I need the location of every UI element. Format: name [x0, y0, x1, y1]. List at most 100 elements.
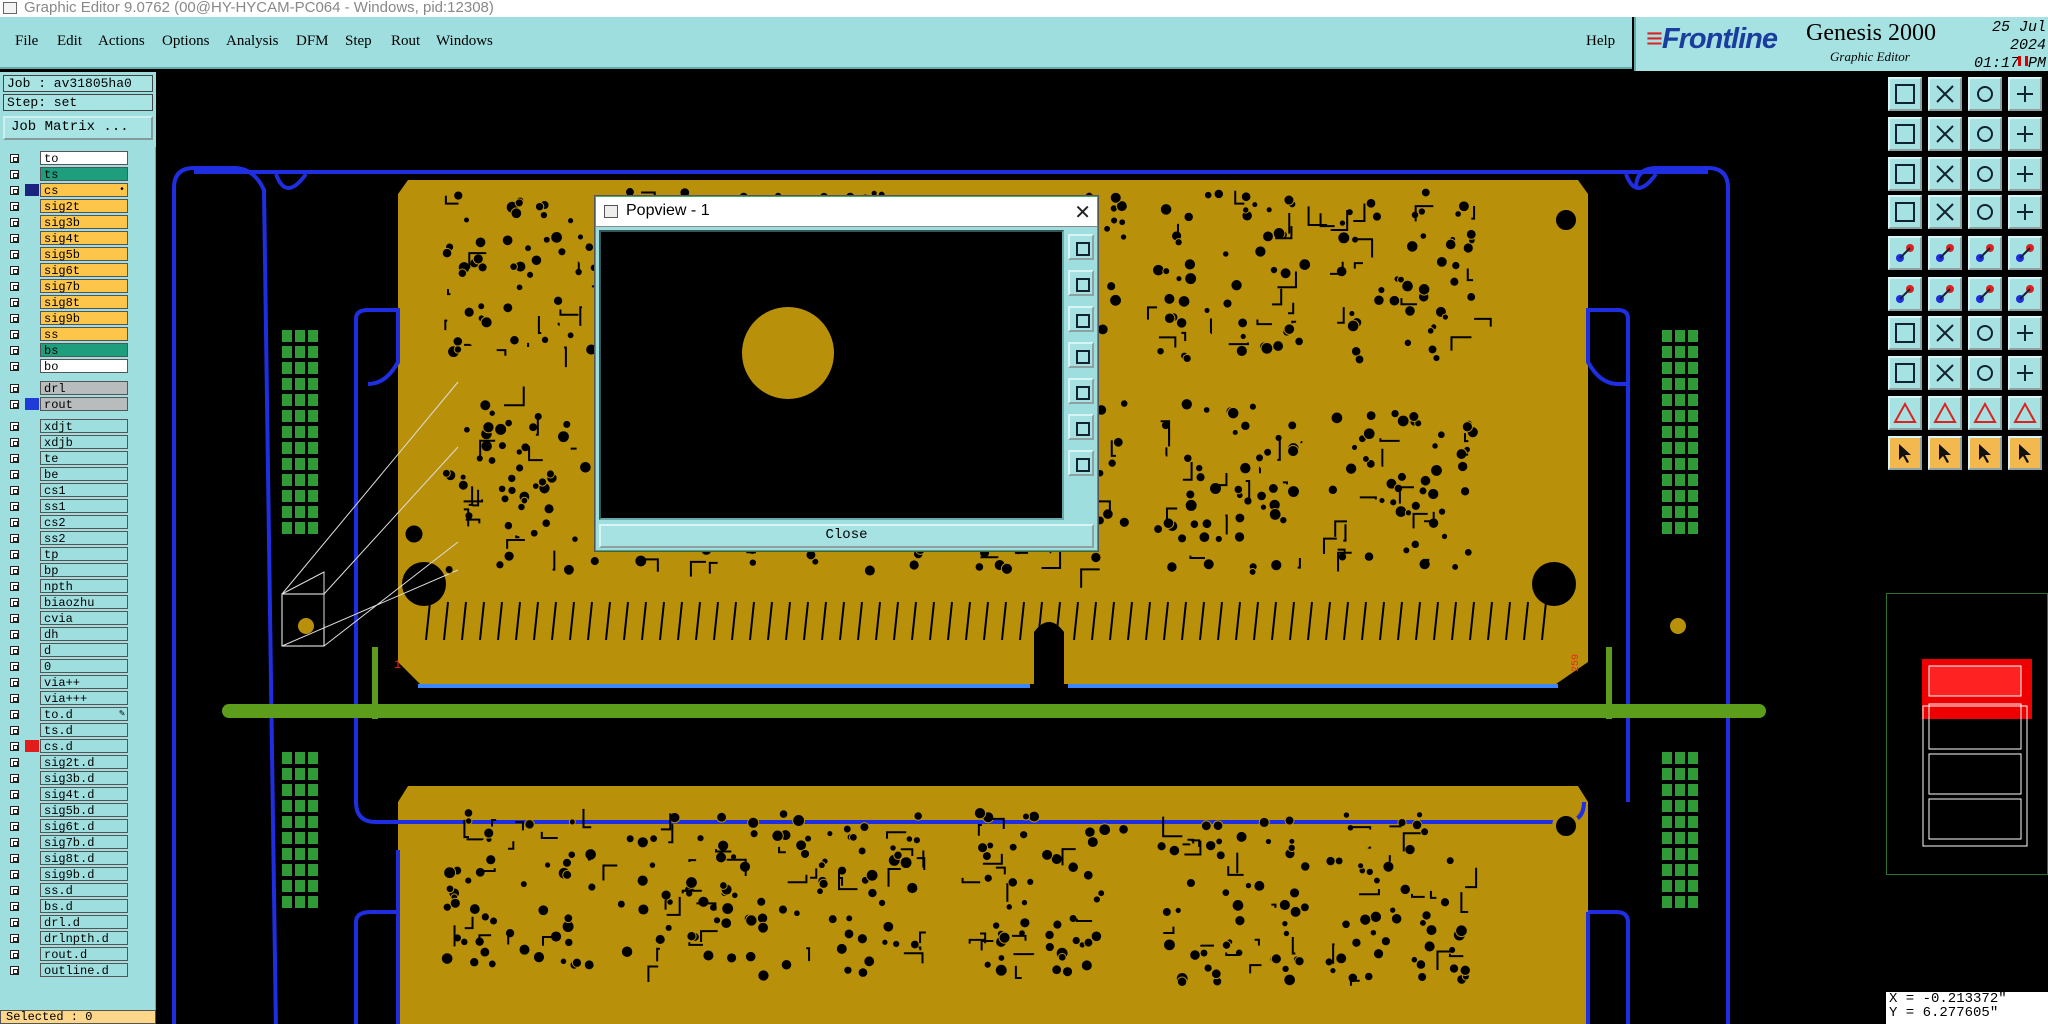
layer-row[interactable]: xdjb: [6, 435, 128, 450]
layer-row[interactable]: sig9b: [6, 311, 128, 326]
layer-name[interactable]: cs •: [40, 183, 128, 198]
layer-checkbox[interactable]: [10, 678, 19, 687]
layer-name[interactable]: drlnpth.d: [40, 931, 128, 946]
menu-options[interactable]: Options: [162, 33, 210, 50]
layer-name[interactable]: dh: [40, 627, 128, 642]
layer-checkbox[interactable]: [10, 400, 19, 409]
layer-row[interactable]: sig5b: [6, 247, 128, 262]
layer-checkbox[interactable]: [10, 330, 19, 339]
layer-checkbox[interactable]: [10, 298, 19, 307]
layer-row[interactable]: sig5b.d: [6, 803, 128, 818]
layer-row[interactable]: to: [6, 151, 128, 166]
layer-checkbox[interactable]: [10, 662, 19, 671]
layer-checkbox[interactable]: [10, 282, 19, 291]
layer-checkbox[interactable]: [10, 886, 19, 895]
layer-name[interactable]: rout: [40, 397, 128, 412]
menu-edit[interactable]: Edit: [57, 33, 82, 50]
layer-checkbox[interactable]: [10, 710, 19, 719]
layer-name[interactable]: sig7b.d: [40, 835, 128, 850]
layer-checkbox[interactable]: [10, 234, 19, 243]
menu-file[interactable]: File: [15, 33, 38, 50]
arc-icon[interactable]: [1968, 316, 2002, 350]
layer-checkbox[interactable]: [10, 790, 19, 799]
layer-row[interactable]: sig6t: [6, 263, 128, 278]
layer-checkbox[interactable]: [10, 758, 19, 767]
layer-row[interactable]: sig4t: [6, 231, 128, 246]
menu-step[interactable]: Step: [345, 33, 372, 50]
layer-checkbox[interactable]: [10, 266, 19, 275]
job-matrix-button[interactable]: Job Matrix ...: [3, 116, 153, 140]
select-icon[interactable]: [1888, 436, 1922, 470]
layer-name[interactable]: xdjb: [40, 435, 128, 450]
layer-checkbox[interactable]: [10, 902, 19, 911]
popview-pan-left-icon[interactable]: [1068, 342, 1094, 368]
layer-checkbox[interactable]: [10, 518, 19, 527]
layer-checkbox[interactable]: [10, 314, 19, 323]
layer-checkbox[interactable]: [10, 630, 19, 639]
select-add-icon[interactable]: [1928, 436, 1962, 470]
layer-row[interactable]: ss2: [6, 531, 128, 546]
layer-checkbox[interactable]: [10, 218, 19, 227]
layer-name[interactable]: ss: [40, 327, 128, 342]
zoom-center-icon[interactable]: [1928, 157, 1962, 191]
layer-checkbox[interactable]: [10, 154, 19, 163]
layer-row[interactable]: rout.d: [6, 947, 128, 962]
layer-name[interactable]: sig2t.d: [40, 755, 128, 770]
layer-row[interactable]: bs: [6, 343, 128, 358]
measure-icon[interactable]: [1888, 195, 1922, 229]
pan-left-icon[interactable]: [1888, 117, 1922, 151]
circle-icon[interactable]: [2008, 236, 2042, 270]
layer-checkbox[interactable]: [10, 384, 19, 393]
select-net-icon[interactable]: [2008, 436, 2042, 470]
node-icon[interactable]: [1888, 277, 1922, 311]
layer-name[interactable]: sig2t: [40, 199, 128, 214]
step-overview[interactable]: [1886, 593, 2048, 875]
layer-name[interactable]: rout.d: [40, 947, 128, 962]
layer-row[interactable]: sig2t: [6, 199, 128, 214]
layer-checkbox[interactable]: [10, 822, 19, 831]
layer-name[interactable]: be: [40, 467, 128, 482]
layer-name[interactable]: bo: [40, 359, 128, 374]
layer-row[interactable]: cs1: [6, 483, 128, 498]
layer-checkbox[interactable]: [10, 362, 19, 371]
layer-checkbox[interactable]: [10, 502, 19, 511]
layer-row[interactable]: via++: [6, 675, 128, 690]
layer-row[interactable]: sig3b.d: [6, 771, 128, 786]
layer-row[interactable]: tp: [6, 547, 128, 562]
triangle-icon[interactable]: [1888, 396, 1922, 430]
layer-checkbox[interactable]: [10, 186, 19, 195]
layer-row[interactable]: ss: [6, 327, 128, 342]
layer-name[interactable]: sig4t.d: [40, 787, 128, 802]
text-icon[interactable]: [2008, 316, 2042, 350]
layer-row[interactable]: sig8t: [6, 295, 128, 310]
menu-analysis[interactable]: Analysis: [226, 33, 279, 50]
layer-row[interactable]: ts.d: [6, 723, 128, 738]
layer-name[interactable]: cs1: [40, 483, 128, 498]
layer-checkbox[interactable]: [10, 646, 19, 655]
layer-row[interactable]: sig7b.d: [6, 835, 128, 850]
layer-row[interactable]: sig9b.d: [6, 867, 128, 882]
layer-row[interactable]: sig2t.d: [6, 755, 128, 770]
pad-icon[interactable]: [1888, 236, 1922, 270]
resize-icon[interactable]: [1928, 356, 1962, 390]
layer-name[interactable]: npth: [40, 579, 128, 594]
layer-name[interactable]: sig7b: [40, 279, 128, 294]
layer-name[interactable]: biaozhu: [40, 595, 128, 610]
layer-row[interactable]: sig6t.d: [6, 819, 128, 834]
layer-checkbox[interactable]: [10, 950, 19, 959]
layer-checkbox[interactable]: [10, 726, 19, 735]
layer-row[interactable]: 0: [6, 659, 128, 674]
home-up-icon[interactable]: [1888, 77, 1922, 111]
layer-checkbox[interactable]: [10, 566, 19, 575]
layer-name[interactable]: bp: [40, 563, 128, 578]
layer-row[interactable]: te: [6, 451, 128, 466]
layer-row[interactable]: be: [6, 467, 128, 482]
menu-rout[interactable]: Rout: [391, 33, 420, 50]
layer-checkbox[interactable]: [10, 854, 19, 863]
layer-checkbox[interactable]: [10, 918, 19, 927]
layer-row[interactable]: via+++: [6, 691, 128, 706]
layer-name[interactable]: drl: [40, 381, 128, 396]
layer-name[interactable]: to: [40, 151, 128, 166]
layer-name[interactable]: outline.d: [40, 963, 128, 978]
layer-row[interactable]: bo: [6, 359, 128, 374]
